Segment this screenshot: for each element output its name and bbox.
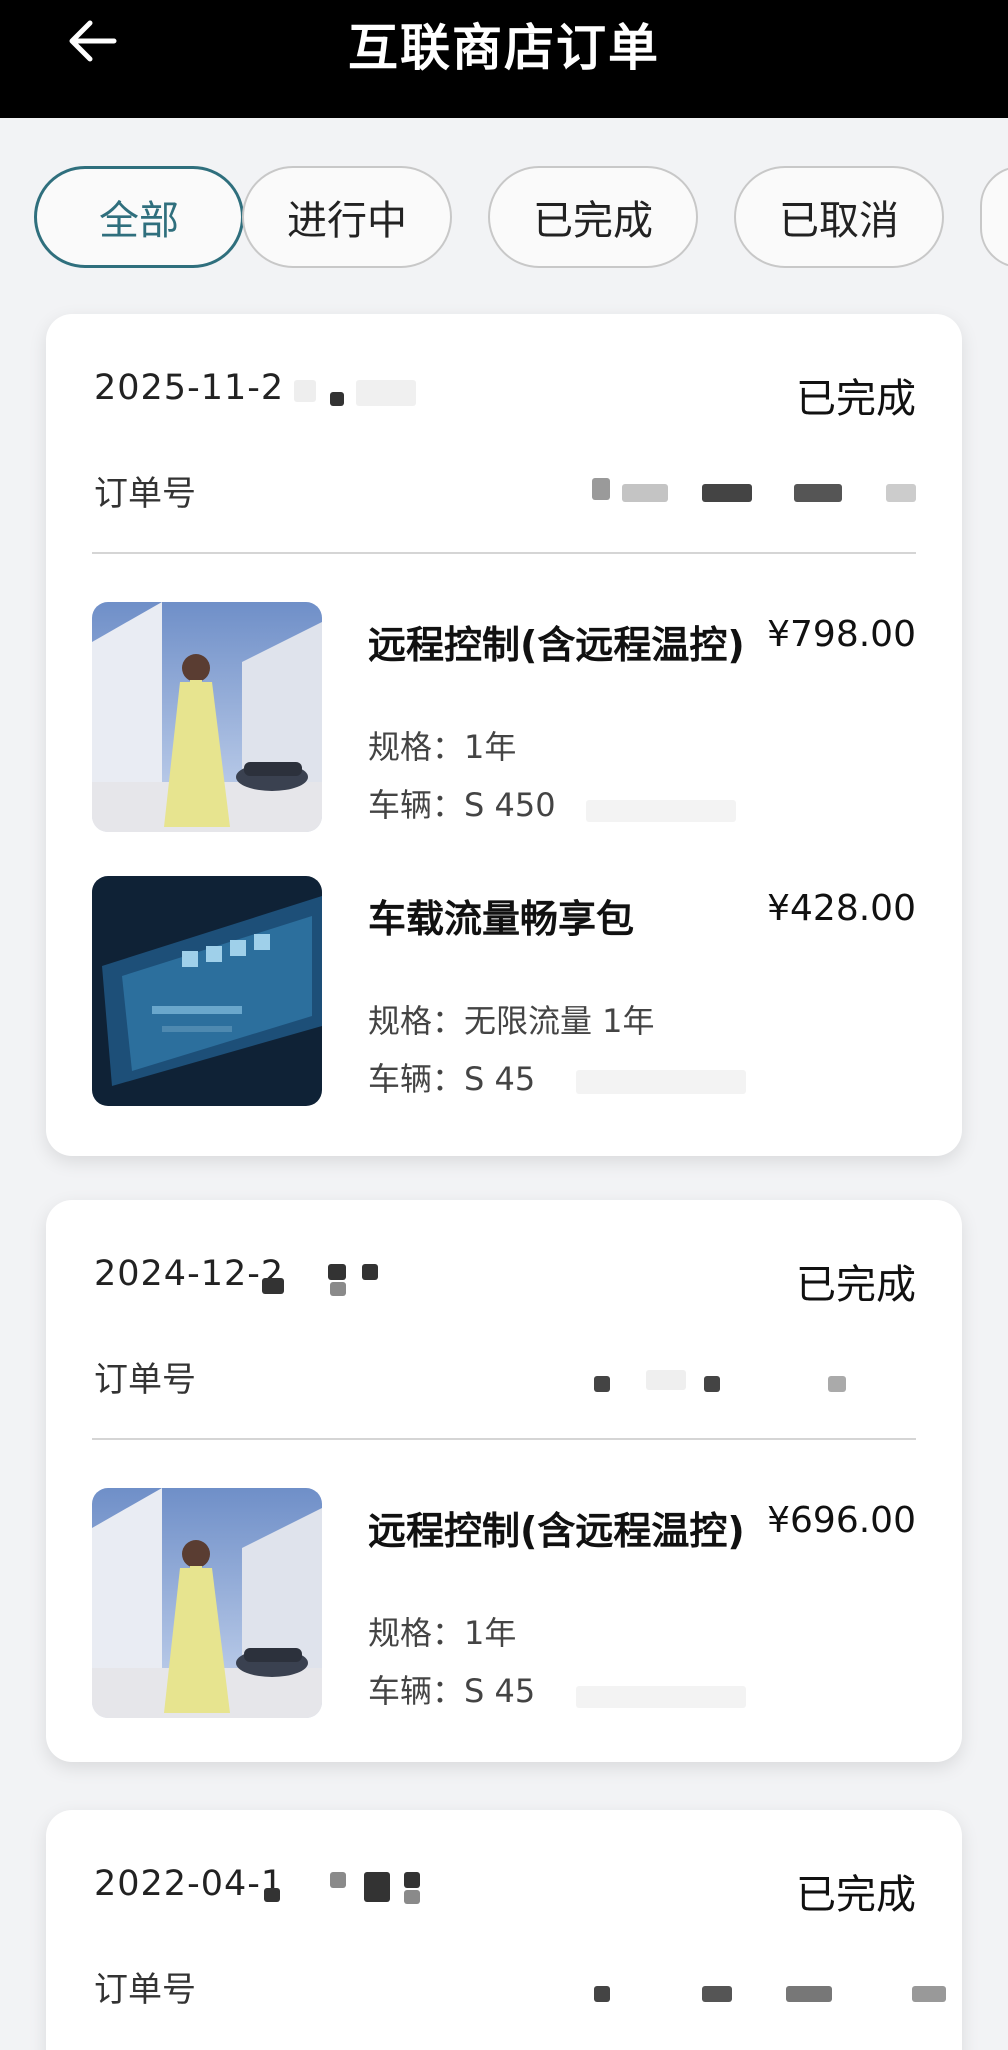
item-spec: 规格：无限流量 1年 xyxy=(368,1002,655,1040)
item-vehicle: 车辆：S 450 xyxy=(368,786,556,824)
redacted-mosaic xyxy=(702,484,752,502)
item-vehicle: 车辆：S 45 xyxy=(368,1060,536,1098)
redacted-mosaic xyxy=(364,1872,390,1902)
redacted-mosaic xyxy=(264,1888,280,1902)
tab-more[interactable] xyxy=(980,166,1008,268)
redacted-mosaic xyxy=(786,1986,832,2002)
product-thumbnail[interactable] xyxy=(92,876,322,1106)
redacted-mosaic xyxy=(586,800,736,822)
redacted-mosaic xyxy=(330,1872,346,1888)
order-date: 2022-04-1 xyxy=(94,1864,285,1904)
redacted-mosaic xyxy=(576,1686,746,1708)
order-number-label: 订单号 xyxy=(94,1360,196,1400)
redacted-mosaic xyxy=(646,1370,686,1390)
item-spec: 规格：1年 xyxy=(368,1614,517,1652)
redacted-mosaic xyxy=(362,1264,378,1280)
tab-all[interactable]: 全部 xyxy=(34,166,244,268)
redacted-mosaic xyxy=(592,478,610,500)
redacted-mosaic xyxy=(294,380,316,402)
redacted-mosaic xyxy=(330,1282,346,1296)
redacted-mosaic xyxy=(356,380,416,406)
divider xyxy=(92,1438,916,1440)
order-status: 已完成 xyxy=(796,1262,916,1308)
tab-in-progress[interactable]: 进行中 xyxy=(242,166,452,268)
divider xyxy=(92,552,916,554)
redacted-mosaic xyxy=(622,484,668,502)
tab-completed[interactable]: 已完成 xyxy=(488,166,698,268)
redacted-mosaic xyxy=(262,1278,284,1294)
redacted-mosaic xyxy=(828,1376,846,1392)
filter-tabs: 全部 进行中 已完成 已取消 xyxy=(0,166,1008,270)
order-card[interactable]: 2025-11-2 已完成 订单号 远程控制(含远程温控) ¥798.00 规格… xyxy=(46,314,962,1156)
redacted-mosaic xyxy=(704,1376,720,1392)
order-card[interactable]: 2024-12-2 已完成 订单号 远程控制(含远程温控) ¥696.00 规格 xyxy=(46,1200,962,1762)
item-title: 远程控制(含远程温控) xyxy=(368,623,745,667)
item-title: 车载流量畅享包 xyxy=(368,897,635,941)
order-date: 2025-11-2 xyxy=(94,368,285,408)
redacted-mosaic xyxy=(594,1376,610,1392)
item-price: ¥798.00 xyxy=(767,614,916,655)
redacted-mosaic xyxy=(594,1986,610,2002)
product-image xyxy=(92,602,322,832)
redacted-mosaic xyxy=(330,392,344,406)
redacted-mosaic xyxy=(912,1986,946,2002)
product-image xyxy=(92,876,322,1106)
product-thumbnail[interactable] xyxy=(92,1488,322,1718)
order-status: 已完成 xyxy=(796,1872,916,1918)
item-spec: 规格：1年 xyxy=(368,728,517,766)
redacted-mosaic xyxy=(794,484,842,502)
redacted-mosaic xyxy=(576,1070,746,1094)
item-vehicle: 车辆：S 45 xyxy=(368,1672,536,1710)
product-image xyxy=(92,1488,322,1718)
tab-cancelled[interactable]: 已取消 xyxy=(734,166,944,268)
redacted-mosaic xyxy=(404,1872,420,1888)
redacted-mosaic xyxy=(404,1890,420,1904)
order-card[interactable]: 2022-04-1 已完成 订单号 xyxy=(46,1810,962,2050)
order-number-label: 订单号 xyxy=(94,474,196,514)
order-number-label: 订单号 xyxy=(94,1970,196,2010)
page-title: 互联商店订单 xyxy=(348,19,660,77)
item-title: 远程控制(含远程温控) xyxy=(368,1509,745,1553)
top-bar: 互联商店订单 xyxy=(0,0,1008,118)
order-date: 2024-12-2 xyxy=(94,1254,285,1294)
item-price: ¥696.00 xyxy=(767,1500,916,1541)
redacted-mosaic xyxy=(702,1986,732,2002)
redacted-mosaic xyxy=(886,484,916,502)
order-status: 已完成 xyxy=(796,376,916,422)
product-thumbnail[interactable] xyxy=(92,602,322,832)
item-price: ¥428.00 xyxy=(767,888,916,929)
redacted-mosaic xyxy=(328,1264,346,1280)
